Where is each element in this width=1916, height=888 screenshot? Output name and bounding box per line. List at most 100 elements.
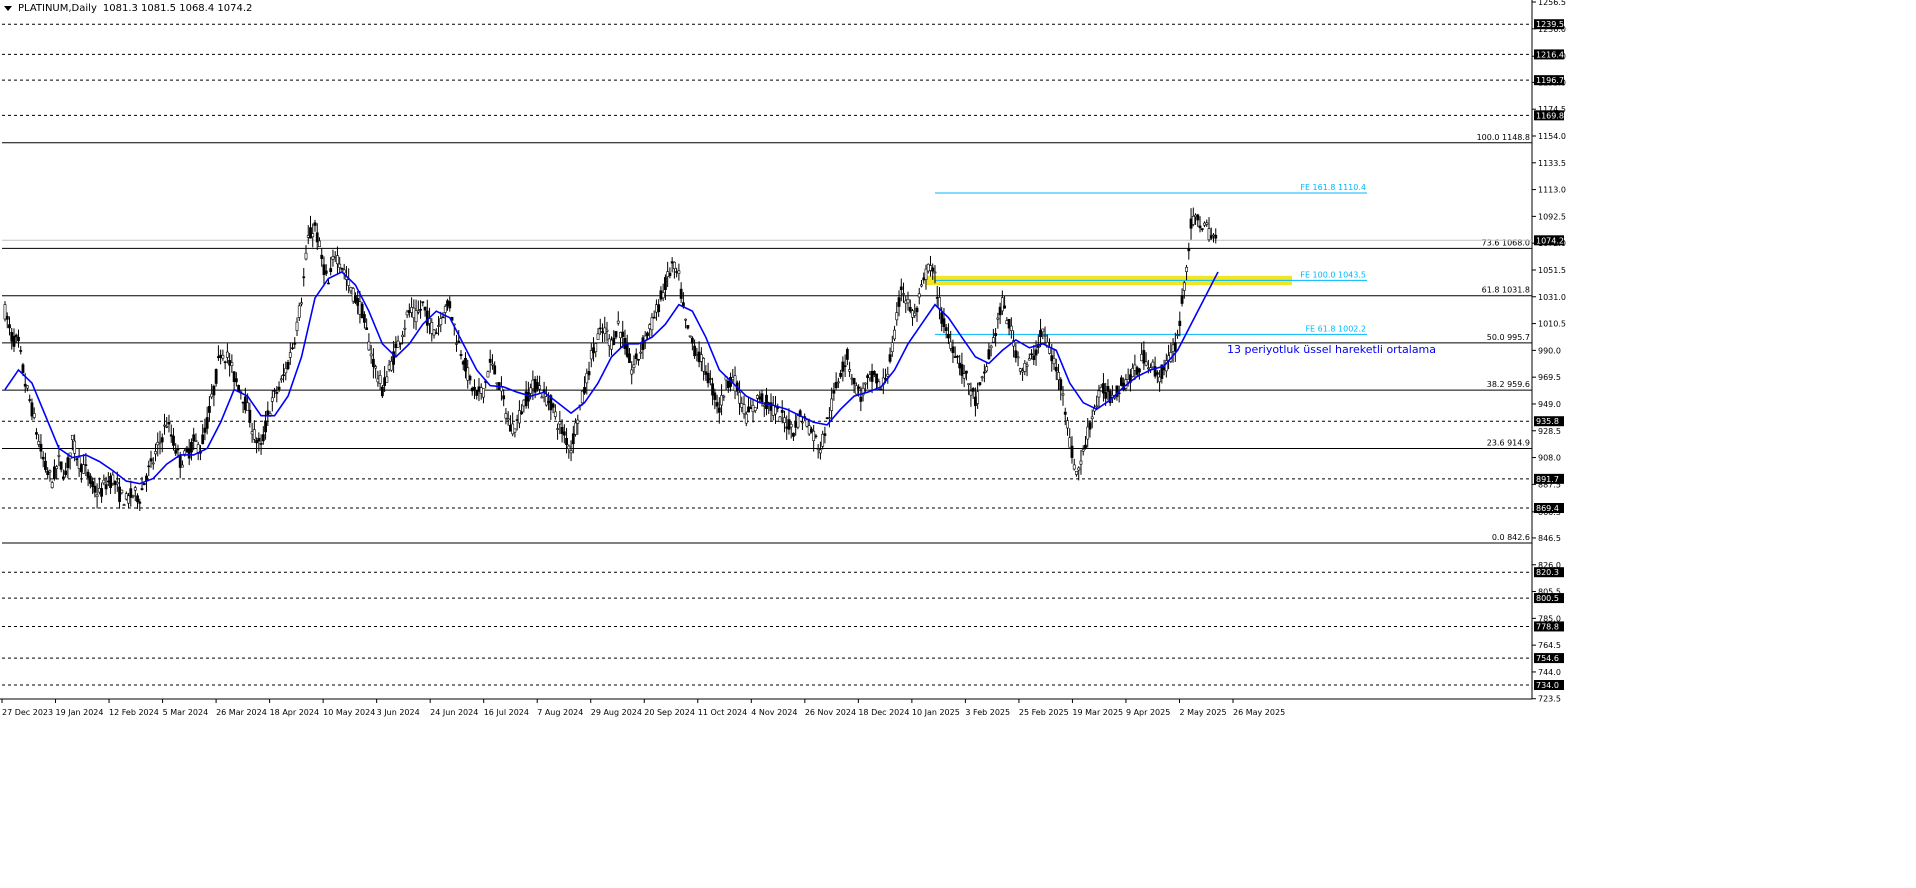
candle-body (580, 390, 584, 404)
candle (239, 389, 243, 400)
candle-body (448, 301, 452, 309)
candle (904, 295, 908, 313)
candle-body (284, 368, 288, 374)
candle-body (412, 307, 416, 319)
candle-body (214, 369, 218, 384)
candle (288, 342, 292, 365)
candle-body (279, 378, 283, 381)
candle (998, 302, 1002, 325)
candle-body (1176, 334, 1179, 336)
candle (926, 263, 930, 274)
candle (1158, 370, 1161, 392)
candle-body (585, 373, 589, 384)
candle-body (592, 347, 595, 354)
candle (1137, 367, 1141, 380)
candle (592, 337, 595, 362)
candle-body (277, 386, 281, 390)
candle (1090, 409, 1094, 429)
candle (890, 335, 894, 357)
candle (459, 350, 463, 360)
x-tick-label: 25 Feb 2025 (1019, 708, 1069, 717)
candle (1003, 295, 1007, 309)
candle (1106, 379, 1110, 401)
candle (380, 385, 384, 398)
candle (35, 428, 38, 440)
candle (1117, 385, 1121, 403)
price-chart[interactable]: 100.0 1148.8 73.6 1068.0 61.8 1031.8 50.0 9… (0, 0, 1916, 888)
candle (243, 387, 247, 414)
candle-body (1003, 305, 1007, 309)
candle-body (437, 325, 440, 327)
candle (1007, 318, 1011, 336)
x-tick-label: 2 May 2025 (1179, 708, 1226, 717)
candle (553, 404, 557, 420)
candle-body (419, 308, 422, 311)
candle (241, 401, 245, 413)
candle (349, 286, 353, 295)
candle (989, 344, 993, 357)
candle-body (178, 455, 182, 468)
candle-body (23, 383, 27, 387)
candle (886, 366, 890, 384)
candle-body (185, 447, 189, 453)
candle-body (383, 377, 387, 386)
candle (511, 412, 515, 437)
candle-body (708, 378, 712, 380)
candle (1016, 351, 1020, 367)
candle (720, 384, 723, 416)
candle-body (194, 440, 198, 442)
candle (273, 387, 276, 398)
candle-body (583, 387, 586, 394)
candle (852, 377, 856, 394)
candle-body (1088, 422, 1092, 430)
candle-body (509, 424, 512, 432)
candle-body (1209, 235, 1213, 239)
candle-body (789, 424, 793, 428)
candle (1061, 386, 1065, 406)
candle-body (354, 295, 357, 303)
candle (666, 261, 670, 288)
candle-body (810, 428, 813, 433)
candle-body (533, 379, 537, 393)
candle (488, 349, 492, 373)
candle-body (160, 437, 164, 443)
candle-body (978, 382, 982, 385)
candle-body (127, 495, 130, 504)
candle-body (684, 318, 688, 321)
candle (509, 415, 512, 432)
candle (1209, 227, 1213, 241)
candle-body (524, 391, 528, 407)
candle-body (991, 337, 995, 343)
candle-body (48, 470, 52, 473)
candle-body (756, 395, 759, 399)
y-tick-label: 1092.5 (1538, 212, 1566, 221)
candle-body (115, 482, 119, 485)
candle (920, 279, 923, 288)
candle (814, 433, 818, 439)
candle-body (1178, 320, 1182, 326)
candle (208, 396, 211, 422)
candle-body (464, 357, 467, 372)
candle-body (792, 432, 795, 437)
candle-body (1032, 355, 1036, 361)
candle-body (1120, 377, 1123, 386)
candle-body (962, 373, 966, 379)
candle-body (926, 263, 930, 272)
candle (753, 407, 757, 414)
candle (133, 485, 137, 502)
candle (1066, 417, 1069, 436)
candle-body (814, 435, 818, 438)
candle-body (567, 445, 571, 449)
candle (165, 416, 169, 429)
candle (1057, 363, 1060, 391)
candle (1124, 374, 1128, 392)
candle-body (976, 391, 980, 404)
candle-body (1068, 437, 1072, 448)
candle-body (320, 254, 324, 259)
candle-body (230, 362, 234, 367)
candle-body (1182, 282, 1186, 291)
candle-body (398, 342, 402, 345)
candle (223, 360, 227, 370)
candle (863, 382, 867, 393)
candle-body (1173, 342, 1177, 352)
